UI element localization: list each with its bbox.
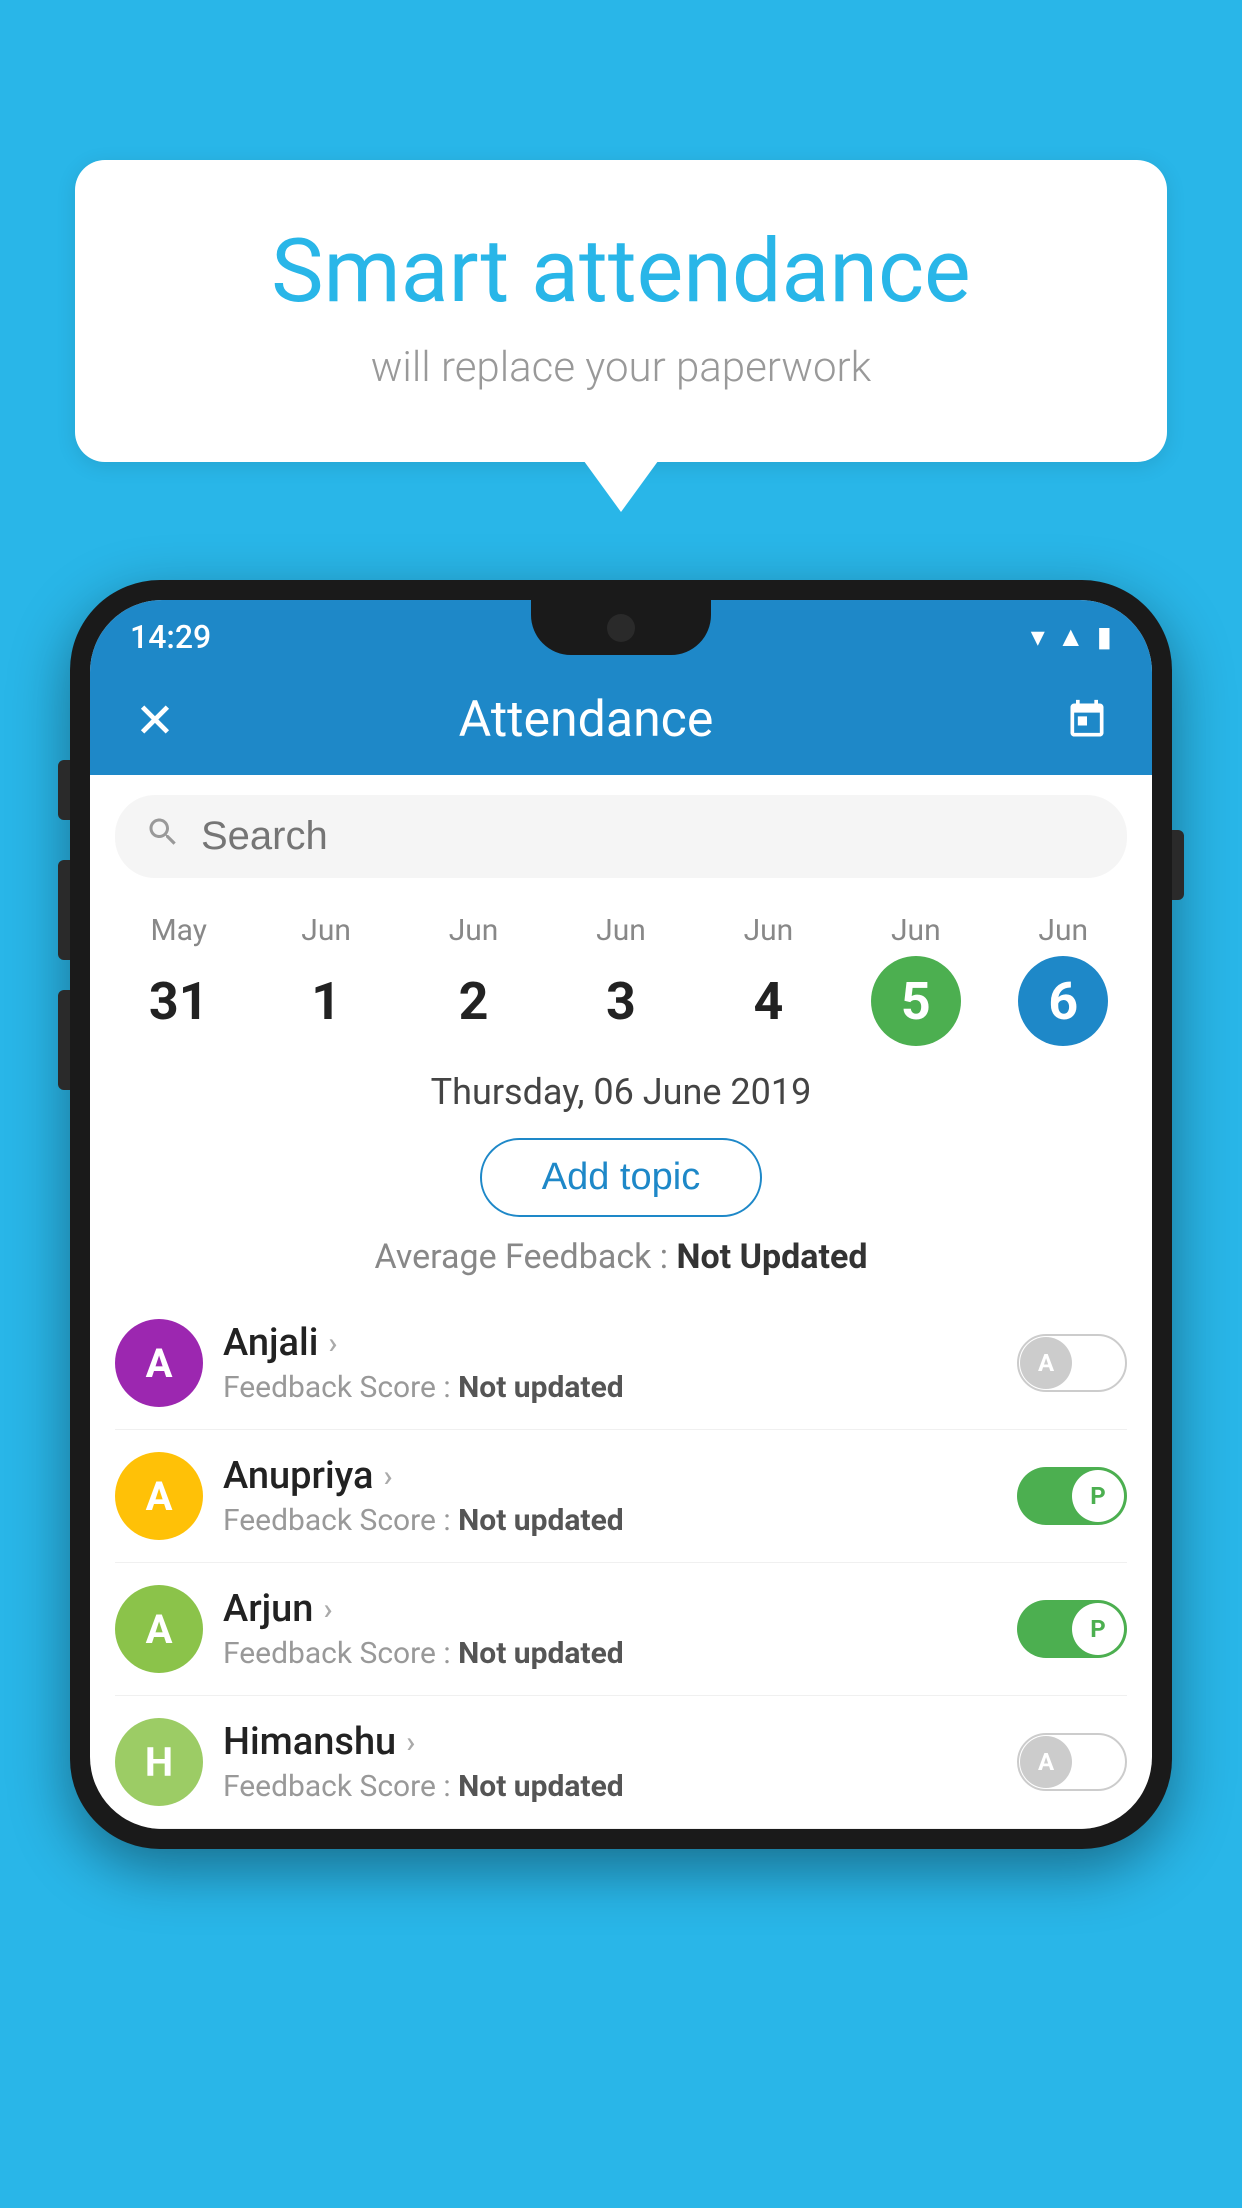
power-button xyxy=(1172,830,1184,900)
attendance-toggle-on[interactable]: P xyxy=(1017,1600,1127,1658)
student-feedback: Feedback Score : Not updated xyxy=(223,1769,997,1804)
selected-date-text: Thursday, 06 June 2019 xyxy=(90,1071,1152,1113)
date-strip: May 31 Jun 1 Jun 2 Jun 3 Jun 4 Jun 5 Jun… xyxy=(90,898,1152,1046)
date-day: 31 xyxy=(134,956,224,1046)
student-item-0[interactable]: A Anjali › Feedback Score : Not updated … xyxy=(115,1297,1127,1430)
phone-screen: 14:29 ▾ ▲ ▮ ✕ Attendance xyxy=(90,600,1152,1829)
calendar-button[interactable] xyxy=(1057,690,1117,750)
search-input[interactable] xyxy=(201,814,1097,859)
status-time: 14:29 xyxy=(130,618,211,656)
feedback-value: Not updated xyxy=(458,1636,624,1671)
toggle-container[interactable]: P xyxy=(1017,1600,1127,1658)
front-camera xyxy=(607,614,635,642)
date-day: 5 xyxy=(871,956,961,1046)
date-day: 2 xyxy=(429,956,519,1046)
student-item-1[interactable]: A Anupriya › Feedback Score : Not update… xyxy=(115,1430,1127,1563)
date-month: May xyxy=(105,913,252,948)
chevron-right-icon: › xyxy=(383,1459,392,1494)
date-item-3[interactable]: Jun 3 xyxy=(547,913,694,1046)
chevron-right-icon: › xyxy=(406,1725,415,1760)
date-day: 3 xyxy=(576,956,666,1046)
student-info: Anjali › Feedback Score : Not updated xyxy=(223,1321,997,1405)
phone-notch xyxy=(531,600,711,655)
date-month: Jun xyxy=(695,913,842,948)
search-icon xyxy=(145,813,181,860)
toggle-circle: P xyxy=(1072,1470,1124,1522)
date-month: Jun xyxy=(252,913,399,948)
date-item-4[interactable]: Jun 4 xyxy=(695,913,842,1046)
attendance-toggle-on[interactable]: P xyxy=(1017,1467,1127,1525)
student-feedback: Feedback Score : Not updated xyxy=(223,1636,997,1671)
date-day: 6 xyxy=(1018,956,1108,1046)
toggle-container[interactable]: A xyxy=(1017,1733,1127,1791)
speech-bubble-container: Smart attendance will replace your paper… xyxy=(75,160,1167,462)
student-avatar: A xyxy=(115,1452,203,1540)
student-avatar: H xyxy=(115,1718,203,1806)
date-month: Jun xyxy=(990,913,1137,948)
toggle-circle: A xyxy=(1020,1337,1072,1389)
student-info: Himanshu › Feedback Score : Not updated xyxy=(223,1720,997,1804)
toggle-circle: P xyxy=(1072,1603,1124,1655)
calendar-icon xyxy=(1065,698,1109,742)
student-info: Arjun › Feedback Score : Not updated xyxy=(223,1587,997,1671)
add-topic-button[interactable]: Add topic xyxy=(480,1138,762,1217)
student-name: Anupriya › xyxy=(223,1454,997,1498)
student-info: Anupriya › Feedback Score : Not updated xyxy=(223,1454,997,1538)
average-feedback: Average Feedback : Not Updated xyxy=(90,1237,1152,1277)
close-icon: ✕ xyxy=(135,692,175,749)
student-list: A Anjali › Feedback Score : Not updated … xyxy=(90,1297,1152,1829)
date-day: 1 xyxy=(281,956,371,1046)
feedback-value: Not updated xyxy=(458,1769,624,1804)
speech-bubble: Smart attendance will replace your paper… xyxy=(75,160,1167,462)
search-bar[interactable] xyxy=(115,795,1127,878)
attendance-toggle-off[interactable]: A xyxy=(1017,1733,1127,1791)
date-day: 4 xyxy=(723,956,813,1046)
student-name: Himanshu › xyxy=(223,1720,997,1764)
date-item-1[interactable]: Jun 1 xyxy=(252,913,399,1046)
date-item-5[interactable]: Jun 5 xyxy=(842,913,989,1046)
feedback-value: Not updated xyxy=(458,1370,624,1405)
student-feedback: Feedback Score : Not updated xyxy=(223,1503,997,1538)
toggle-container[interactable]: P xyxy=(1017,1467,1127,1525)
mute-button xyxy=(58,760,70,820)
date-month: Jun xyxy=(842,913,989,948)
volume-down-button xyxy=(58,990,70,1090)
feedback-value: Not updated xyxy=(458,1503,624,1538)
toggle-circle: A xyxy=(1020,1736,1072,1788)
date-item-6[interactable]: Jun 6 xyxy=(990,913,1137,1046)
student-avatar: A xyxy=(115,1319,203,1407)
phone-body: 14:29 ▾ ▲ ▮ ✕ Attendance xyxy=(70,580,1172,1849)
student-avatar: A xyxy=(115,1585,203,1673)
signal-icon: ▲ xyxy=(1057,620,1085,653)
app-tagline-subtitle: will replace your paperwork xyxy=(155,343,1087,392)
app-tagline-title: Smart attendance xyxy=(155,220,1087,323)
date-month: Jun xyxy=(400,913,547,948)
student-item-2[interactable]: A Arjun › Feedback Score : Not updated P xyxy=(115,1563,1127,1696)
chevron-right-icon: › xyxy=(323,1592,332,1627)
app-title: Attendance xyxy=(215,691,957,749)
chevron-right-icon: › xyxy=(328,1326,337,1361)
student-feedback: Feedback Score : Not updated xyxy=(223,1370,997,1405)
volume-up-button xyxy=(58,860,70,960)
avg-feedback-value: Not Updated xyxy=(676,1237,867,1277)
date-item-2[interactable]: Jun 2 xyxy=(400,913,547,1046)
close-button[interactable]: ✕ xyxy=(125,690,185,750)
toggle-container[interactable]: A xyxy=(1017,1334,1127,1392)
app-bar: ✕ Attendance xyxy=(90,665,1152,775)
wifi-icon: ▾ xyxy=(1031,620,1045,653)
date-month: Jun xyxy=(547,913,694,948)
phone-frame: 14:29 ▾ ▲ ▮ ✕ Attendance xyxy=(70,580,1172,1849)
date-item-0[interactable]: May 31 xyxy=(105,913,252,1046)
student-name: Arjun › xyxy=(223,1587,997,1631)
status-icons: ▾ ▲ ▮ xyxy=(1031,620,1112,653)
attendance-toggle-off[interactable]: A xyxy=(1017,1334,1127,1392)
selected-date-section: Thursday, 06 June 2019 xyxy=(90,1046,1152,1128)
student-name: Anjali › xyxy=(223,1321,997,1365)
battery-icon: ▮ xyxy=(1097,620,1112,653)
avg-feedback-label: Average Feedback : xyxy=(375,1237,677,1277)
student-item-3[interactable]: H Himanshu › Feedback Score : Not update… xyxy=(115,1696,1127,1829)
